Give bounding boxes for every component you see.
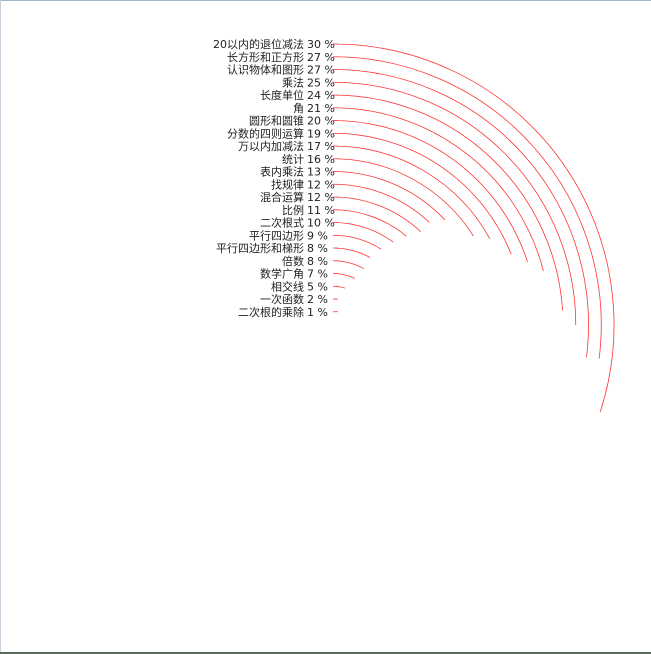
category-label: 表内乘法 (260, 165, 304, 179)
arc-bar (332, 285, 346, 289)
arc-bar (332, 234, 382, 250)
value-label: 16 % (307, 153, 335, 166)
category-label: 平行四边形和梯形 (216, 242, 304, 255)
arc-bar (332, 273, 356, 279)
category-label: 相交线 (271, 279, 304, 293)
value-label: 27 % (307, 64, 335, 77)
arc-series (332, 43, 615, 412)
value-label: 30 % (307, 38, 335, 51)
value-label: 19 % (307, 127, 335, 140)
category-label: 找规律 (271, 177, 304, 191)
arc-bar (332, 107, 544, 272)
arc-bar (332, 260, 365, 270)
value-label: 25 % (307, 76, 335, 89)
arc-bar (332, 247, 371, 258)
value-label: 9 % (307, 229, 328, 242)
value-label: 8 % (307, 242, 328, 255)
value-label: 2 % (307, 293, 328, 306)
category-label: 数学广角 (260, 267, 304, 281)
value-label: 11 % (307, 204, 335, 217)
arc-bar (332, 56, 602, 359)
value-label: 24 % (307, 89, 335, 102)
arc-bar (332, 183, 430, 223)
value-label: 21 % (307, 102, 335, 115)
category-label: 认识物体和图形 (227, 63, 304, 77)
category-label: 长方形和正方形 (227, 50, 304, 64)
value-label: 20 % (307, 115, 335, 128)
category-labels: 20以内的退位减法 30 %长方形和正方形 27 %认识物体和图形 27 %乘法 25 … (213, 37, 335, 319)
category-label: 20以内的退位减法 (213, 37, 304, 51)
radial-bar-chart: 20以内的退位减法 30 %长方形和正方形 27 %认识物体和图形 27 %乘法 25 … (213, 37, 615, 412)
category-label: 二次根式 (260, 216, 304, 230)
value-label: 13 % (307, 166, 335, 179)
category-label: 分数的四则运算 (227, 126, 304, 140)
category-label: 混合运算 (260, 190, 304, 204)
category-label: 圆形和圆锥 (249, 115, 304, 128)
value-label: 12 % (307, 191, 335, 204)
category-label: 二次根的乘除 (238, 305, 304, 319)
category-label: 倍数 (282, 254, 304, 268)
arc-bar (332, 222, 394, 243)
arc-bar (332, 81, 577, 326)
value-label: 8 % (307, 255, 328, 268)
arc-bar (332, 132, 512, 255)
category-label: 乘法 (282, 75, 304, 89)
category-label: 比例 (282, 203, 304, 217)
arc-bar (332, 69, 589, 358)
arc-bar (332, 196, 421, 232)
value-label: 27 % (307, 51, 335, 64)
category-label: 角 (293, 102, 304, 115)
category-label: 统计 (282, 153, 304, 166)
category-label: 一次函数 (260, 292, 304, 306)
arc-bar (332, 94, 563, 311)
value-label: 7 % (307, 268, 328, 281)
value-label: 12 % (307, 178, 335, 191)
value-label: 5 % (307, 280, 328, 293)
value-label: 10 % (307, 217, 335, 230)
category-label: 长度单位 (260, 88, 304, 102)
arc-bar (332, 120, 528, 262)
value-label: 1 % (307, 306, 328, 319)
value-label: 17 % (307, 140, 335, 153)
category-label: 平行四边形 (249, 229, 304, 242)
category-label: 万以内加减法 (238, 139, 304, 153)
